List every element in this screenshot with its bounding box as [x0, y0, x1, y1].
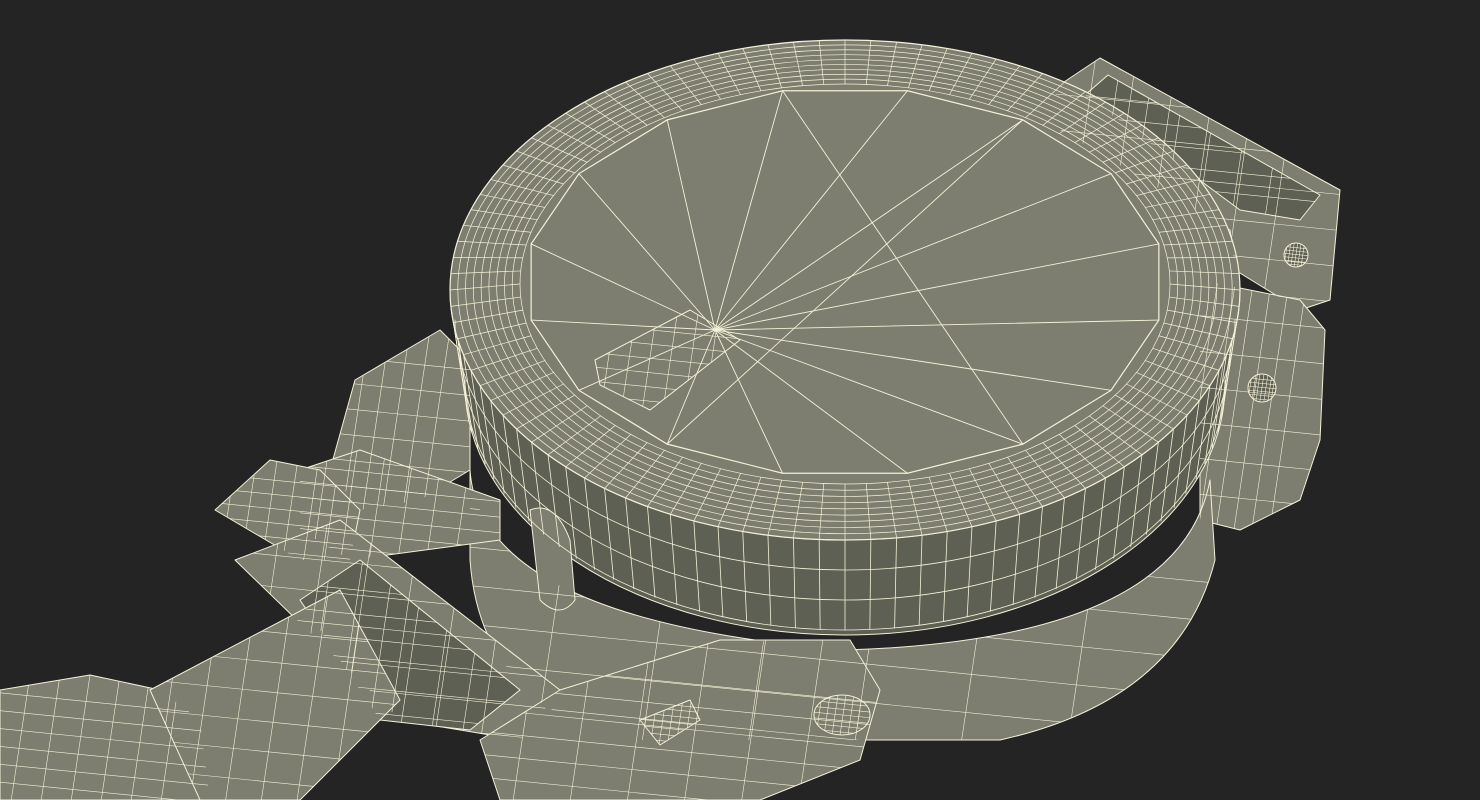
compass-render — [0, 0, 1480, 800]
render-viewport — [0, 0, 1480, 800]
